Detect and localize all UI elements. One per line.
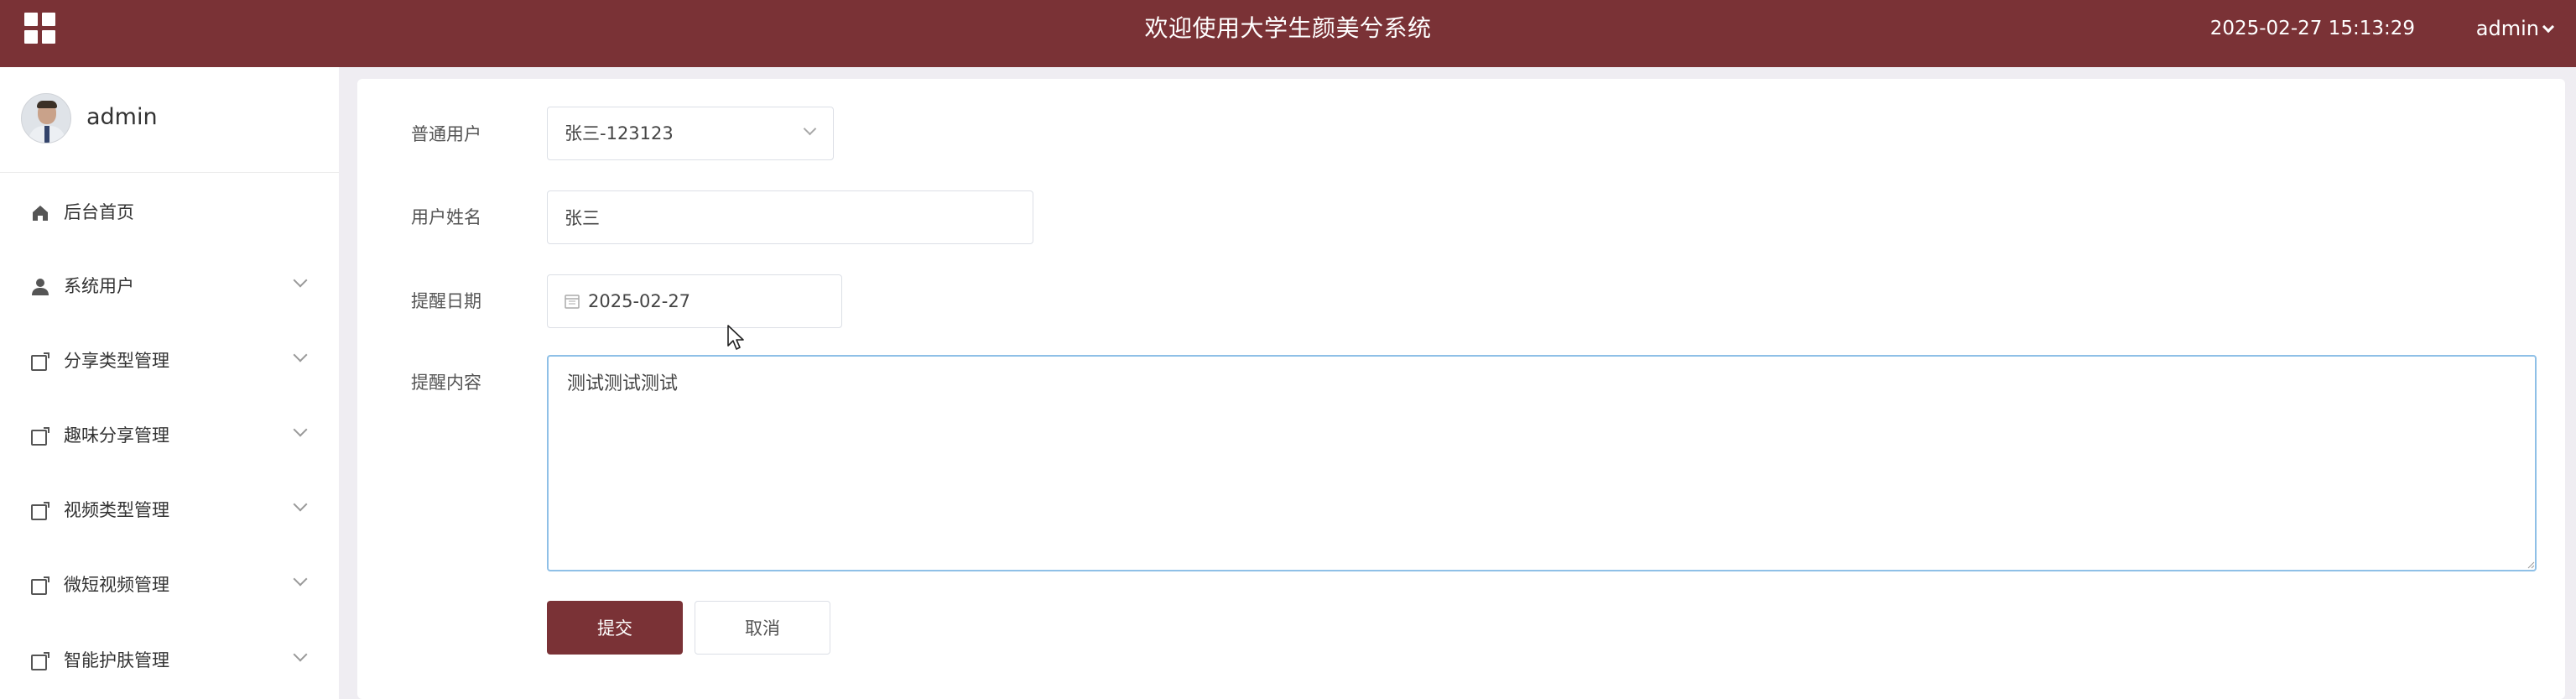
user-name-input[interactable] (547, 190, 1033, 244)
chevron-down-icon (293, 571, 308, 587)
sidebar-item-system-users[interactable]: 系统用户 (0, 263, 339, 310)
cancel-button[interactable]: 取消 (695, 601, 830, 655)
sidebar-item-home[interactable]: 后台首页 (0, 190, 339, 237)
sidebar-item-label: 后台首页 (64, 202, 134, 222)
user-select-label: 普通用户 (411, 124, 481, 144)
user-dropdown-label: admin (2475, 17, 2539, 40)
chevron-down-icon (2542, 20, 2555, 34)
form-panel: 普通用户 张三-123123 用户姓名 提醒日期 2025-02-27 提醒内容… (357, 79, 2565, 699)
chevron-down-icon (293, 497, 308, 512)
user-select[interactable]: 张三-123123 (547, 107, 834, 160)
header-datetime: 2025-02-27 15:13:29 (2209, 18, 2415, 39)
remind-date-picker[interactable]: 2025-02-27 (547, 274, 842, 328)
folder-icon (31, 352, 49, 371)
sidebar-item-label: 分享类型管理 (64, 351, 169, 371)
folder-icon (31, 427, 49, 446)
remind-content-label: 提醒内容 (411, 373, 481, 393)
sidebar-username: admin (86, 104, 158, 130)
remind-date-value: 2025-02-27 (588, 291, 691, 311)
app-title: 欢迎使用大学生颜美兮系统 (1144, 14, 1432, 42)
folder-icon (31, 576, 49, 595)
chevron-down-icon (293, 273, 308, 288)
sidebar-item-fun-shares[interactable]: 趣味分享管理 (0, 413, 339, 460)
user-icon (32, 279, 49, 295)
submit-button[interactable]: 提交 (547, 601, 683, 655)
top-header: 欢迎使用大学生颜美兮系统 2025-02-27 15:13:29 admin (0, 0, 2576, 67)
sidebar-item-label: 趣味分享管理 (64, 425, 169, 446)
sidebar-item-label: 智能护肤管理 (64, 650, 169, 670)
chevron-down-icon (803, 122, 817, 136)
sidebar-item-label: 系统用户 (64, 276, 134, 296)
chevron-down-icon (293, 347, 308, 363)
folder-icon (31, 652, 49, 670)
sidebar-item-short-videos[interactable]: 微短视频管理 (0, 562, 339, 609)
folder-icon (31, 502, 49, 520)
sidebar-item-share-types[interactable]: 分享类型管理 (0, 338, 339, 385)
remind-content-textarea[interactable]: 测试测试测试 (547, 355, 2537, 571)
sidebar-item-label: 视频类型管理 (64, 500, 169, 520)
sidebar-item-skincare[interactable]: 智能护肤管理 (0, 638, 339, 685)
avatar (21, 93, 71, 143)
resize-grip-icon[interactable] (2527, 561, 2535, 569)
calendar-icon (565, 295, 580, 309)
user-dropdown[interactable]: admin (2475, 0, 2555, 59)
sidebar-user-card: admin (0, 67, 339, 173)
sidebar: admin 后台首页 系统用户 分享类型管理 趣味分享管理 视频类型管理 微短视… (0, 67, 339, 699)
sidebar-item-label: 微短视频管理 (64, 575, 169, 595)
chevron-down-icon (293, 647, 308, 662)
home-icon (33, 206, 48, 221)
remind-date-label: 提醒日期 (411, 291, 481, 311)
chevron-down-icon (293, 422, 308, 437)
sidebar-item-video-types[interactable]: 视频类型管理 (0, 488, 339, 535)
user-name-label: 用户姓名 (411, 207, 481, 227)
user-select-value: 张三-123123 (565, 123, 674, 143)
